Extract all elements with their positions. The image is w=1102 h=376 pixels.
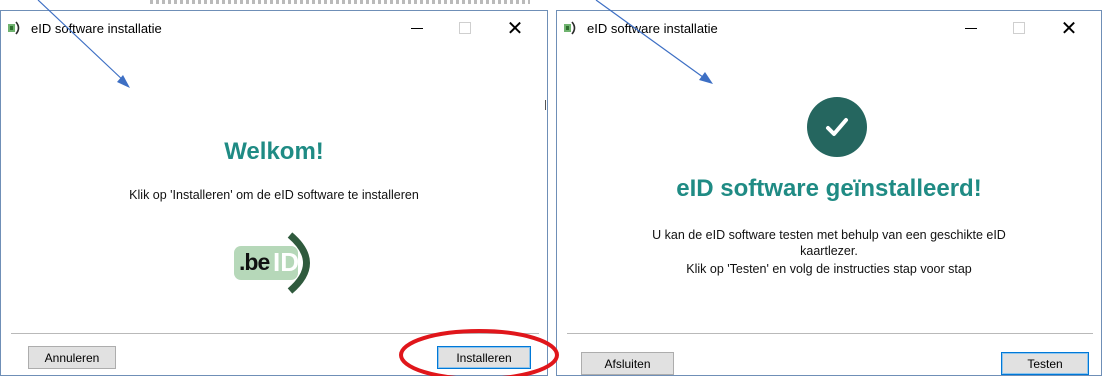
installer-window-welcome: eID software installatie ✕ Welkom! Klik … [0, 10, 548, 376]
title-bar[interactable]: eID software installatie ✕ [1, 11, 547, 45]
footer-separator [567, 333, 1093, 334]
close-installer-button[interactable]: Afsluiten [581, 352, 674, 375]
maximize-button[interactable] [443, 15, 487, 41]
window-title: eID software installatie [31, 21, 162, 36]
beid-logo: .be ID [228, 232, 318, 294]
logo-text-be: .be [239, 249, 270, 275]
close-icon: ✕ [1060, 17, 1078, 40]
minimize-button[interactable] [395, 15, 439, 41]
test-button[interactable]: Testen [1001, 352, 1089, 375]
close-button[interactable]: ✕ [493, 15, 537, 41]
window-title: eID software installatie [587, 21, 718, 36]
installed-heading: eID software geïnstalleerd! [676, 175, 982, 202]
check-icon [807, 97, 867, 157]
close-button[interactable]: ✕ [1047, 15, 1091, 41]
installed-message-line2: kaartlezer. [800, 244, 858, 258]
logo-text-id: ID [273, 247, 299, 277]
installed-message-line1: U kan de eID software testen met behulp … [652, 228, 1006, 242]
cancel-button[interactable]: Annuleren [28, 346, 116, 369]
minimize-icon [965, 27, 977, 29]
welcome-message: Klik op 'Installeren' om de eID software… [129, 188, 419, 202]
footer-separator [11, 333, 539, 334]
minimize-icon [411, 27, 423, 29]
maximize-button[interactable] [997, 15, 1041, 41]
background-text-fragment [150, 0, 530, 4]
maximize-icon [1013, 22, 1025, 34]
installer-window-finished: eID software installatie ✕ eID software … [556, 10, 1102, 376]
window-edge-mark [545, 100, 552, 110]
app-icon [8, 21, 20, 35]
background-strip [0, 0, 1102, 10]
welcome-heading: Welkom! [224, 138, 324, 165]
app-icon [564, 21, 576, 35]
minimize-button[interactable] [949, 15, 993, 41]
close-icon: ✕ [506, 17, 524, 40]
maximize-icon [459, 22, 471, 34]
installed-message-line3: Klik op 'Testen' en volg de instructies … [686, 262, 972, 276]
install-button[interactable]: Installeren [437, 346, 531, 369]
title-bar[interactable]: eID software installatie ✕ [557, 11, 1101, 45]
